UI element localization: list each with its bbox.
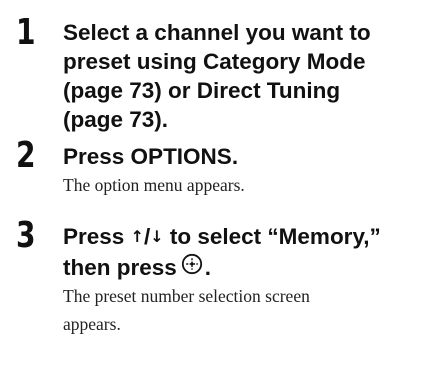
- step-3-title-line-2: then press.: [63, 253, 435, 284]
- step-1-title: Select a channel you want to preset usin…: [63, 18, 435, 134]
- step-3-title: Press ↑/↓ to select “Memory,” then press…: [63, 222, 435, 284]
- step-3-title-text-c: then press: [63, 255, 177, 280]
- step-3-title-text-b: to select “Memory,”: [163, 224, 381, 249]
- step-3-description-line-2: appears.: [63, 314, 121, 334]
- step-3-title-line-1: Press ↑/↓ to select “Memory,”: [63, 222, 435, 253]
- down-arrow-icon: ↓: [150, 227, 164, 246]
- step-1-title-line-3: (page 73) or Direct Tuning: [63, 78, 341, 103]
- step-number-3: 3: [16, 215, 36, 256]
- step-1-title-line-2: preset using Category Mode: [63, 49, 366, 74]
- step-number-2: 2: [16, 135, 36, 176]
- step-3-title-period: .: [204, 255, 212, 280]
- step-1-title-line-4: (page 73).: [63, 107, 169, 132]
- step-1-title-line-1: Select a channel you want to: [63, 20, 371, 45]
- enter-button-icon: [181, 253, 203, 282]
- step-3-title-text-a: Press: [63, 224, 131, 249]
- step-2-title: Press OPTIONS.: [63, 144, 239, 169]
- step-3-description-line-1: The preset number selection screen: [63, 286, 310, 306]
- step-2-description: The option menu appears.: [63, 175, 245, 195]
- step-number-1: 1: [16, 12, 36, 53]
- up-arrow-icon: ↑: [130, 227, 144, 246]
- step-3-description: The preset number selection screen appea…: [63, 282, 435, 338]
